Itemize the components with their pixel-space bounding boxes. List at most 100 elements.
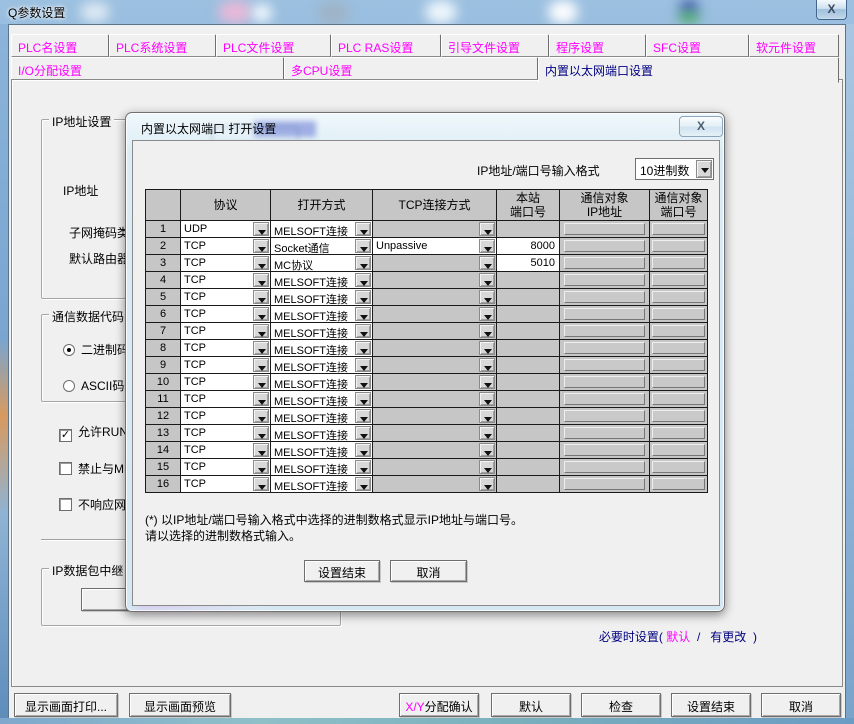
host-port-field[interactable]: 8000 [497,238,560,255]
protocol-select[interactable]: TCP [181,408,271,425]
note-line-1: (*) 以IP地址/端口号输入格式中选择的进制数格式显示IP地址与端口号。 [145,511,523,528]
open-mode-select[interactable]: MELSOFT连接 [271,323,373,340]
footer-default-link[interactable]: 默认 [666,630,690,644]
open-mode-select[interactable]: MELSOFT连接 [271,357,373,374]
open-mode-select[interactable]: Socket通信 [271,238,373,255]
protocol-select[interactable]: TCP [181,340,271,357]
tcp-connection-select[interactable] [373,391,497,408]
dialog-close-button[interactable]: X [679,116,723,137]
protocol-select[interactable]: TCP [181,238,271,255]
preview-screen-button[interactable]: 显示画面预览 [129,693,231,717]
tab-device[interactable]: 软元件设置 [749,34,839,57]
tcp-connection-select[interactable] [373,408,497,425]
tcp-connection-select[interactable] [373,289,497,306]
tab-io-assignment[interactable]: I/O分配设置 [11,57,284,81]
open-mode-select[interactable]: MC协议 [271,255,373,272]
protocol-select[interactable]: TCP [181,306,271,323]
open-mode-select-value: MELSOFT连接 [274,223,348,238]
open-mode-select[interactable]: MELSOFT连接 [271,306,373,323]
tcp-connection-select[interactable] [373,459,497,476]
finish-setting-button[interactable]: 设置结束 [671,693,751,717]
tab-boot-file[interactable]: 引导文件设置 [441,34,549,57]
checkbox-no-network-response[interactable]: 不响应网 [59,496,126,513]
tcp-connection-select[interactable] [373,340,497,357]
window-close-button[interactable]: X [816,0,847,20]
checkbox-allow-run-write[interactable]: ✓允许RUN [59,423,128,442]
tcp-connection-select[interactable]: Unpassive [373,238,497,255]
default-button[interactable]: 默认 [491,693,571,717]
print-screen-button[interactable]: 显示画面打印... [14,693,118,717]
table-row: 4TCPMELSOFT连接 [146,272,708,289]
open-mode-select-value: MC协议 [274,257,313,272]
protocol-select[interactable]: TCP [181,255,271,272]
tab-plc-name[interactable]: PLC名设置 [11,34,109,57]
protocol-select[interactable]: TCP [181,289,271,306]
tcp-connection-select[interactable] [373,357,497,374]
format-select[interactable]: 10进制数 [635,158,714,180]
disabled-field-bar [652,342,705,354]
tab-multi-cpu[interactable]: 多CPU设置 [284,57,538,81]
chevron-down-icon [253,324,269,338]
tcp-connection-select[interactable] [373,306,497,323]
protocol-select[interactable]: TCP [181,357,271,374]
radio-binary-code[interactable]: 二进制码 [63,341,129,358]
open-mode-select[interactable]: MELSOFT连接 [271,459,373,476]
protocol-select-value: UDP [184,223,207,235]
tcp-connection-select[interactable] [373,323,497,340]
tab-sfc[interactable]: SFC设置 [646,34,749,57]
disabled-field-bar [564,376,645,388]
protocol-select[interactable]: TCP [181,442,271,459]
protocol-select[interactable]: TCP [181,374,271,391]
protocol-select[interactable]: TCP [181,391,271,408]
tab-builtin-ethernet-port[interactable]: 内置以太网端口设置 [538,57,839,83]
cancel-button[interactable]: 取消 [761,693,841,717]
open-mode-select[interactable]: MELSOFT连接 [271,272,373,289]
checkbox-forbid-melsoft[interactable]: 禁止与ME [59,460,132,477]
protocol-select[interactable]: TCP [181,476,271,493]
protocol-select[interactable]: TCP [181,323,271,340]
tab-plc-file[interactable]: PLC文件设置 [216,34,331,57]
tcp-connection-select[interactable] [373,476,497,493]
open-mode-select[interactable]: MELSOFT连接 [271,476,373,493]
xy-prefix: X/Y [405,700,424,714]
footer-changed-link[interactable]: 有更改 [710,630,746,644]
open-settings-table-body: 1UDPMELSOFT连接2TCPSocket通信Unpassive80003T… [146,221,708,493]
open-mode-select[interactable]: MELSOFT连接 [271,391,373,408]
host-port-field[interactable]: 5010 [497,255,560,272]
disabled-field-bar [564,359,645,371]
dialog-cancel-button[interactable]: 取消 [390,560,467,582]
open-mode-select[interactable]: MELSOFT连接 [271,374,373,391]
tab-plc-ras[interactable]: PLC RAS设置 [331,34,441,57]
open-mode-select[interactable]: MELSOFT连接 [271,221,373,238]
protocol-select[interactable]: UDP [181,221,271,238]
host-port-field [497,289,560,306]
open-mode-select[interactable]: MELSOFT连接 [271,408,373,425]
tcp-connection-select[interactable] [373,425,497,442]
disabled-field-bar [652,240,705,252]
tcp-connection-select[interactable] [373,374,497,391]
check-button[interactable]: 检查 [581,693,661,717]
tab-program[interactable]: 程序设置 [549,34,646,57]
open-mode-select[interactable]: MELSOFT连接 [271,442,373,459]
protocol-select-value: TCP [184,478,206,490]
open-mode-select[interactable]: MELSOFT连接 [271,289,373,306]
protocol-select[interactable]: TCP [181,272,271,289]
chevron-down-icon [479,477,495,491]
open-settings-table-head: 协议打开方式TCP连接方式本站 端口号通信对象 IP地址通信对象 端口号 [146,190,708,221]
disabled-field-bar [564,223,645,235]
target-port-cell [650,289,708,306]
open-mode-select[interactable]: MELSOFT连接 [271,425,373,442]
tcp-connection-select[interactable] [373,255,497,272]
tab-plc-system[interactable]: PLC系统设置 [109,34,216,57]
target-port-cell [650,357,708,374]
tcp-connection-select[interactable] [373,442,497,459]
xy-assignment-confirm-button[interactable]: X/Y分配确认 [399,693,479,717]
dialog-finish-button[interactable]: 设置结束 [304,560,380,582]
open-mode-select[interactable]: MELSOFT连接 [271,340,373,357]
checkbox-forbid-melsoft-label: 禁止与ME [78,462,132,476]
tcp-connection-select[interactable] [373,221,497,238]
tcp-connection-select[interactable] [373,272,497,289]
protocol-select[interactable]: TCP [181,425,271,442]
subnet-mask-label: 子网掩码类 [69,224,129,241]
protocol-select[interactable]: TCP [181,459,271,476]
